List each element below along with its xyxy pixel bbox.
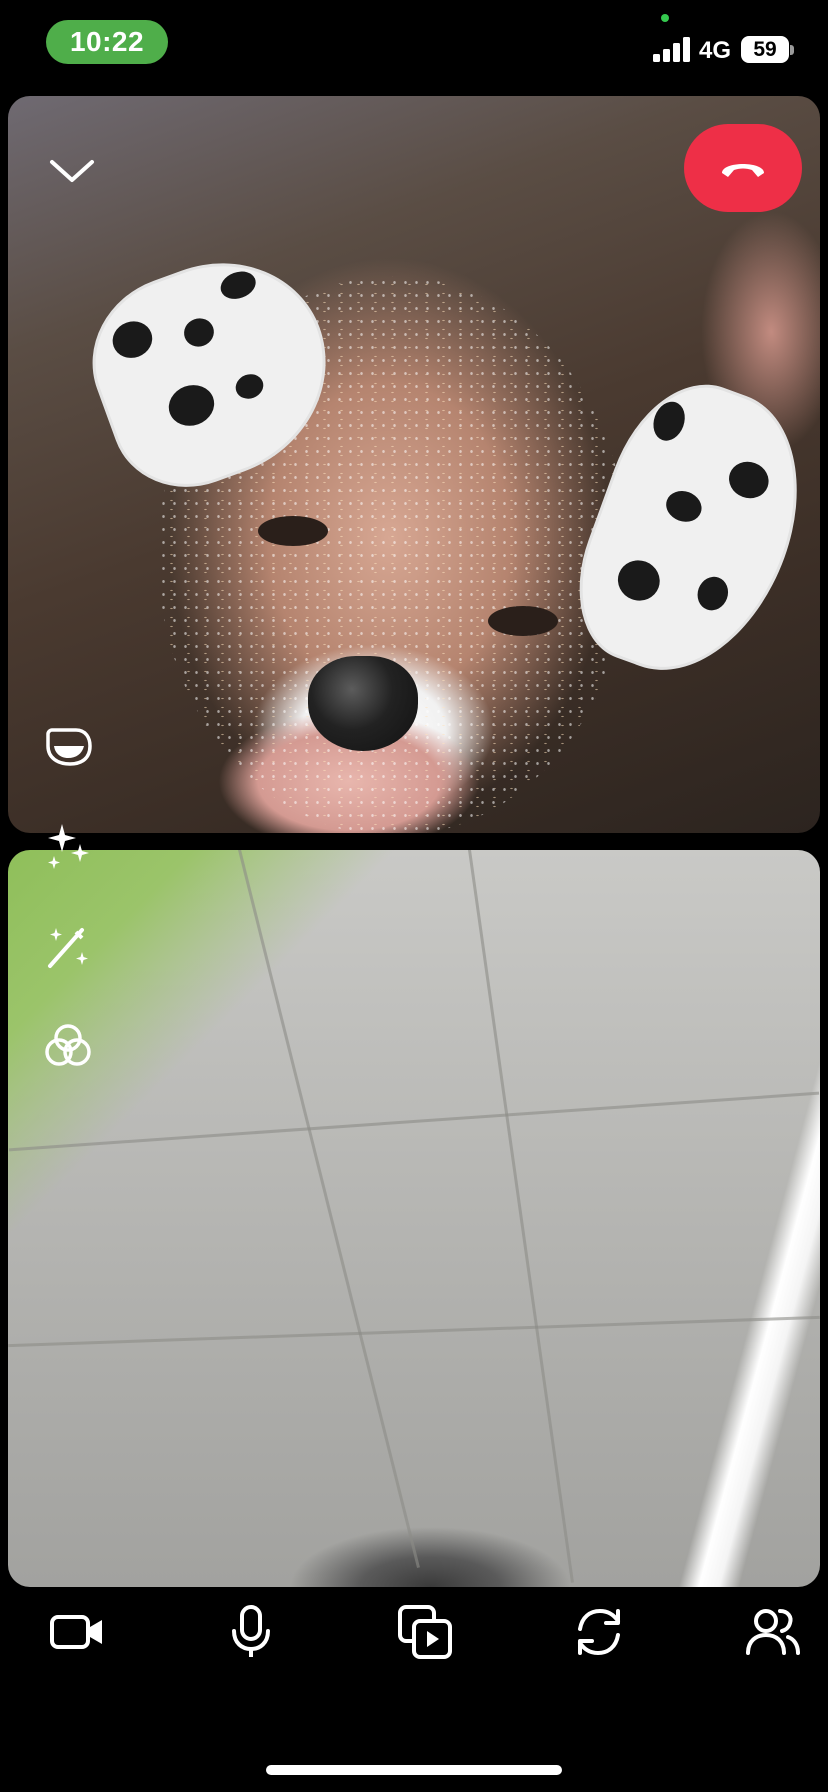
video-camera-icon bbox=[50, 1615, 102, 1649]
color-filter-icon[interactable] bbox=[40, 1018, 96, 1074]
face-eye-right bbox=[488, 606, 558, 636]
sparkles-icon[interactable] bbox=[40, 818, 96, 874]
participants-button[interactable] bbox=[743, 1602, 803, 1662]
call-control-bar bbox=[0, 1594, 828, 1674]
lens-face-icon[interactable] bbox=[40, 718, 96, 774]
microphone-icon bbox=[232, 1605, 270, 1657]
end-call-button[interactable] bbox=[684, 124, 802, 212]
cellular-signal-icon bbox=[653, 36, 691, 62]
local-video-feed[interactable] bbox=[8, 850, 820, 1587]
chevron-down-icon[interactable] bbox=[46, 146, 98, 198]
flip-camera-icon bbox=[578, 1608, 620, 1656]
microphone-toggle-button[interactable] bbox=[221, 1602, 281, 1662]
face-eye-left bbox=[258, 516, 328, 546]
battery-icon: 59 bbox=[741, 36, 789, 63]
camera-toggle-button[interactable] bbox=[47, 1602, 107, 1662]
dog-nose bbox=[308, 656, 418, 751]
network-type: 4G bbox=[699, 37, 732, 64]
share-media-button[interactable] bbox=[395, 1602, 455, 1662]
status-bar: 10:22 4G 59 bbox=[0, 0, 828, 90]
magic-wand-icon[interactable] bbox=[40, 918, 96, 974]
phone-hangup-icon bbox=[722, 164, 764, 177]
home-indicator[interactable] bbox=[266, 1765, 562, 1775]
flip-camera-button[interactable] bbox=[569, 1602, 629, 1662]
battery-cap bbox=[790, 45, 794, 55]
remote-video-feed[interactable] bbox=[8, 96, 820, 833]
status-time: 10:22 bbox=[46, 20, 168, 64]
participants-icon bbox=[746, 1609, 800, 1655]
media-share-icon bbox=[398, 1605, 452, 1659]
camera-in-use-indicator bbox=[661, 14, 669, 22]
